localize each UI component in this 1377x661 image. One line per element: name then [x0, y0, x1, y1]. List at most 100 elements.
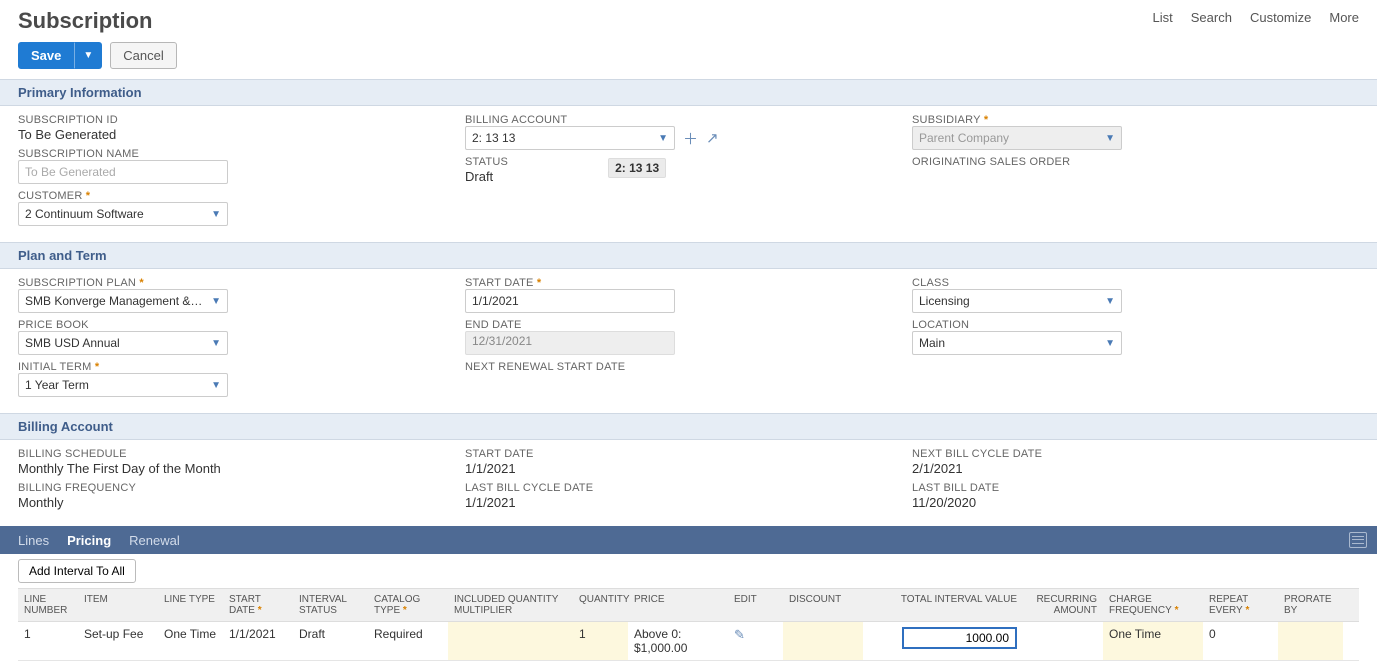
billing-account-label: BILLING ACCOUNT — [465, 114, 912, 126]
next-bill-cycle-value: 2/1/2021 — [912, 460, 1359, 476]
billing-account-select-value: 2: 13 13 — [472, 131, 515, 145]
subsidiary-select: Parent Company ▼ — [912, 126, 1122, 150]
col-quantity: QUANTITY — [573, 589, 628, 621]
save-button[interactable]: Save — [18, 42, 74, 69]
pricebook-select[interactable]: SMB USD Annual ▼ — [18, 331, 228, 355]
cell-total[interactable] — [863, 622, 1023, 660]
cell-cattype: Required — [368, 622, 448, 660]
status-label: STATUS — [465, 156, 508, 168]
tab-renewal[interactable]: Renewal — [129, 528, 180, 553]
billing-schedule-value: Monthly The First Day of the Month — [18, 460, 465, 476]
plan-select-value: SMB Konverge Management & Storage — [25, 294, 205, 308]
cell-prorate[interactable] — [1278, 622, 1343, 660]
subscription-name-input[interactable] — [18, 160, 228, 184]
col-line-number: LINE NUMBER — [18, 589, 78, 621]
cell-recamt — [1023, 622, 1103, 660]
col-start-date: START DATE — [223, 589, 293, 621]
col-price: PRICE — [628, 589, 728, 621]
last-bill-cycle-label: LAST BILL CYCLE DATE — [465, 482, 912, 494]
cell-price: Above 0: $1,000.00 — [628, 622, 728, 660]
class-select[interactable]: Licensing ▼ — [912, 289, 1122, 313]
subsidiary-select-value: Parent Company — [919, 131, 1009, 145]
chevron-down-icon: ▼ — [211, 338, 221, 349]
billing-account-tooltip: 2: 13 13 — [608, 158, 666, 178]
cell-discount[interactable] — [783, 622, 863, 660]
add-icon[interactable]: ＋ — [683, 128, 698, 149]
initial-term-select[interactable]: 1 Year Term ▼ — [18, 373, 228, 397]
plan-label: SUBSCRIPTION PLAN — [18, 277, 465, 289]
action-search[interactable]: Search — [1191, 10, 1232, 25]
cell-startdate: 1/1/2021 — [223, 622, 293, 660]
end-date-input: 12/31/2021 — [465, 331, 675, 355]
billing-account-select[interactable]: 2: 13 13 ▼ — [465, 126, 675, 150]
col-repeat-every: REPEAT EVERY — [1203, 589, 1278, 621]
last-bill-date-label: LAST BILL DATE — [912, 482, 1359, 494]
save-dropdown-button[interactable]: ▼ — [74, 42, 102, 69]
cell-qty[interactable]: 1 — [573, 622, 628, 660]
cell-intstatus: Draft — [293, 622, 368, 660]
total-interval-input[interactable] — [902, 627, 1017, 649]
billing-frequency-label: BILLING FREQUENCY — [18, 482, 465, 494]
cell-item: Set-up Fee — [78, 622, 158, 660]
customer-select[interactable]: 2 Continuum Software ▼ — [18, 202, 228, 226]
next-bill-cycle-label: NEXT BILL CYCLE DATE — [912, 448, 1359, 460]
col-charge-frequency: CHARGE FREQUENCY — [1103, 589, 1203, 621]
cell-repeat: 0 — [1203, 622, 1278, 660]
subscription-id-label: SUBSCRIPTION ID — [18, 114, 465, 126]
col-edit: EDIT — [728, 589, 783, 621]
class-label: CLASS — [912, 277, 1359, 289]
subscription-name-label: SUBSCRIPTION NAME — [18, 148, 465, 160]
tab-pricing[interactable]: Pricing — [67, 528, 111, 553]
cancel-button[interactable]: Cancel — [110, 42, 176, 69]
customer-select-value: 2 Continuum Software — [25, 207, 144, 221]
originating-order-label: ORIGINATING SALES ORDER — [912, 156, 1359, 168]
location-label: LOCATION — [912, 319, 1359, 331]
start-date-label: START DATE — [465, 277, 912, 289]
open-external-icon[interactable]: ↗ — [706, 129, 719, 147]
initial-term-select-value: 1 Year Term — [25, 378, 89, 392]
status-value: Draft — [465, 168, 508, 184]
action-list[interactable]: List — [1153, 10, 1173, 25]
location-select-value: Main — [919, 336, 945, 350]
chevron-down-icon: ▼ — [211, 380, 221, 391]
col-recurring-amount: RECURRING AMOUNT — [1023, 589, 1103, 621]
cell-chgfreq[interactable]: One Time — [1103, 622, 1203, 660]
col-interval-status: INTERVAL STATUS — [293, 589, 368, 621]
next-renewal-label: NEXT RENEWAL START DATE — [465, 361, 912, 373]
section-billing-header: Billing Account — [0, 413, 1377, 440]
last-bill-date-value: 11/20/2020 — [912, 494, 1359, 510]
customer-label: CUSTOMER — [18, 190, 465, 202]
billing-start-label: START DATE — [465, 448, 912, 460]
initial-term-label: INITIAL TERM — [18, 361, 465, 373]
col-total: TOTAL INTERVAL VALUE — [863, 589, 1023, 621]
pricebook-select-value: SMB USD Annual — [25, 336, 120, 350]
chevron-down-icon: ▼ — [1105, 296, 1115, 307]
cell-linetype: One Time — [158, 622, 223, 660]
billing-frequency-value: Monthly — [18, 494, 465, 510]
start-date-input[interactable] — [465, 289, 675, 313]
plan-select[interactable]: SMB Konverge Management & Storage ▼ — [18, 289, 228, 313]
tab-lines[interactable]: Lines — [18, 528, 49, 553]
col-prorate-by: PRORATE BY — [1278, 589, 1343, 621]
action-customize[interactable]: Customize — [1250, 10, 1311, 25]
header-actions: List Search Customize More — [1153, 8, 1359, 25]
list-view-icon[interactable] — [1349, 532, 1367, 548]
pricebook-label: PRICE BOOK — [18, 319, 465, 331]
chevron-down-icon: ▼ — [1105, 133, 1115, 144]
location-select[interactable]: Main ▼ — [912, 331, 1122, 355]
pencil-icon[interactable]: ✎ — [734, 627, 745, 642]
cell-linenum: 1 — [18, 622, 78, 660]
section-plan-header: Plan and Term — [0, 242, 1377, 269]
subsidiary-label: SUBSIDIARY — [912, 114, 1359, 126]
col-line-type: LINE TYPE — [158, 589, 223, 621]
chevron-down-icon: ▼ — [1105, 338, 1115, 349]
action-more[interactable]: More — [1329, 10, 1359, 25]
cell-edit[interactable]: ✎ — [728, 622, 783, 660]
col-catalog-type: CATALOG TYPE — [368, 589, 448, 621]
add-interval-button[interactable]: Add Interval To All — [18, 559, 136, 583]
chevron-down-icon: ▼ — [211, 296, 221, 307]
table-row[interactable]: 1 Set-up Fee One Time 1/1/2021 Draft Req… — [18, 622, 1359, 661]
cell-incqty[interactable] — [448, 622, 573, 660]
page-title: Subscription — [18, 8, 152, 34]
class-select-value: Licensing — [919, 294, 970, 308]
